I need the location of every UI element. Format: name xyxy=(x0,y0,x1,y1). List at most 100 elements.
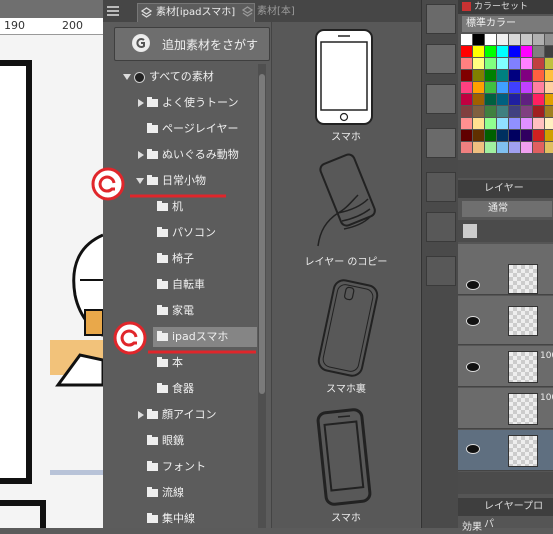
tree-item-speed-lines[interactable]: 流線 xyxy=(147,483,184,503)
tree-item-bicycle[interactable]: 自転車 xyxy=(157,275,205,295)
color-swatch[interactable] xyxy=(521,130,532,141)
color-swatch[interactable] xyxy=(497,58,508,69)
layer-row[interactable]: 100 xyxy=(458,346,553,387)
color-swatch[interactable] xyxy=(473,46,484,57)
color-swatch[interactable] xyxy=(485,70,496,81)
tree-item-all-materials[interactable]: すべての素材 xyxy=(123,67,214,87)
color-swatch[interactable] xyxy=(509,106,520,117)
color-swatch[interactable] xyxy=(461,118,472,129)
color-swatch[interactable] xyxy=(461,106,472,117)
tree-item-focus-lines[interactable]: 集中線 xyxy=(147,509,195,529)
color-swatch[interactable] xyxy=(545,34,553,45)
tree-item-face-icon[interactable]: 顔アイコン xyxy=(138,405,216,425)
layer-row[interactable] xyxy=(458,244,553,295)
eye-icon[interactable] xyxy=(466,444,480,454)
expand-arrow-icon[interactable] xyxy=(138,151,144,159)
color-swatch[interactable] xyxy=(509,46,520,57)
layer-color-icon[interactable] xyxy=(463,224,477,238)
eye-icon[interactable] xyxy=(466,316,480,326)
color-swatch[interactable] xyxy=(533,94,544,105)
tree-item-page-layer[interactable]: ページレイヤー xyxy=(147,119,238,139)
color-swatch[interactable] xyxy=(497,70,508,81)
color-swatch[interactable] xyxy=(497,94,508,105)
color-swatch[interactable] xyxy=(485,94,496,105)
color-swatch[interactable] xyxy=(473,106,484,117)
color-swatch[interactable] xyxy=(509,58,520,69)
material-thumbnail[interactable]: スマホ xyxy=(272,22,420,147)
color-swatch[interactable] xyxy=(509,118,520,129)
color-swatch[interactable] xyxy=(509,34,520,45)
layer-property-tab[interactable]: レイヤープロパ xyxy=(458,498,553,530)
color-swatch[interactable] xyxy=(533,118,544,129)
tree-scrollbar[interactable] xyxy=(258,64,266,528)
folder-panel-button[interactable] xyxy=(426,172,456,202)
dock-panel-button[interactable] xyxy=(426,128,456,158)
expand-arrow-icon[interactable] xyxy=(138,99,144,107)
color-swatch[interactable] xyxy=(461,58,472,69)
blend-mode-select[interactable]: 通常 xyxy=(462,201,552,217)
color-swatch[interactable] xyxy=(545,82,553,93)
tree-item-glasses[interactable]: 眼鏡 xyxy=(147,431,184,451)
layer-row-selected[interactable] xyxy=(458,430,553,471)
color-set-name[interactable]: 標準カラー xyxy=(462,16,553,32)
color-swatch[interactable] xyxy=(521,118,532,129)
color-swatch[interactable] xyxy=(545,58,553,69)
color-swatch[interactable] xyxy=(485,46,496,57)
color-swatch[interactable] xyxy=(485,142,496,153)
tree-item-pc[interactable]: パソコン xyxy=(157,223,216,243)
color-swatch[interactable] xyxy=(473,82,484,93)
expand-arrow-icon[interactable] xyxy=(138,411,144,419)
color-swatch[interactable] xyxy=(497,118,508,129)
tree-item-font[interactable]: フォント xyxy=(147,457,206,477)
color-swatch[interactable] xyxy=(509,142,520,153)
color-swatch[interactable] xyxy=(497,34,508,45)
material-thumbnail[interactable]: レイヤー のコピー xyxy=(272,147,420,272)
color-swatch[interactable] xyxy=(509,94,520,105)
color-swatch[interactable] xyxy=(485,34,496,45)
color-swatch[interactable] xyxy=(485,58,496,69)
color-swatch[interactable] xyxy=(533,46,544,57)
color-swatch[interactable] xyxy=(497,46,508,57)
figure-panel-button[interactable] xyxy=(426,256,456,286)
dock-panel-button[interactable] xyxy=(426,4,456,34)
color-swatch[interactable] xyxy=(545,46,553,57)
tree-item-chair[interactable]: 椅子 xyxy=(157,249,194,269)
color-swatch[interactable] xyxy=(485,118,496,129)
color-set-tab[interactable]: カラーセット xyxy=(458,0,553,14)
eye-icon[interactable] xyxy=(466,280,480,290)
color-swatch[interactable] xyxy=(473,130,484,141)
color-swatch[interactable] xyxy=(533,58,544,69)
color-swatch[interactable] xyxy=(533,82,544,93)
tree-item-tone[interactable]: よく使うトーン xyxy=(138,93,238,113)
color-swatch[interactable] xyxy=(533,70,544,81)
color-swatch[interactable] xyxy=(497,142,508,153)
color-swatch[interactable] xyxy=(485,130,496,141)
color-swatch[interactable] xyxy=(461,82,472,93)
tree-item-tableware[interactable]: 食器 xyxy=(157,379,194,399)
dock-panel-button[interactable] xyxy=(426,44,456,74)
color-swatch[interactable] xyxy=(473,142,484,153)
color-swatch[interactable] xyxy=(497,130,508,141)
material-thumbnail[interactable]: スマホ裏 xyxy=(272,274,420,399)
color-swatch[interactable] xyxy=(497,82,508,93)
color-swatch[interactable] xyxy=(461,130,472,141)
color-swatch[interactable] xyxy=(485,82,496,93)
expand-arrow-icon[interactable] xyxy=(123,74,131,80)
eye-icon[interactable] xyxy=(466,362,480,372)
layer-row[interactable] xyxy=(458,296,553,345)
color-swatch[interactable] xyxy=(533,34,544,45)
color-swatch[interactable] xyxy=(521,94,532,105)
color-swatch[interactable] xyxy=(485,106,496,117)
color-swatch[interactable] xyxy=(461,34,472,45)
color-swatch[interactable] xyxy=(473,58,484,69)
material-thumbnail[interactable]: スマホ xyxy=(272,403,420,528)
drawing-canvas[interactable]: 190 200 xyxy=(0,0,103,528)
color-swatch[interactable] xyxy=(545,118,553,129)
layer-tab[interactable]: レイヤー xyxy=(458,180,553,198)
color-swatch[interactable] xyxy=(509,70,520,81)
layer-row[interactable]: 100 xyxy=(458,388,553,429)
tab-material-book[interactable]: 素材[本] xyxy=(239,3,329,21)
tree-item-plush[interactable]: ぬいぐるみ動物 xyxy=(138,145,239,165)
color-swatch[interactable] xyxy=(473,94,484,105)
color-swatch[interactable] xyxy=(533,130,544,141)
